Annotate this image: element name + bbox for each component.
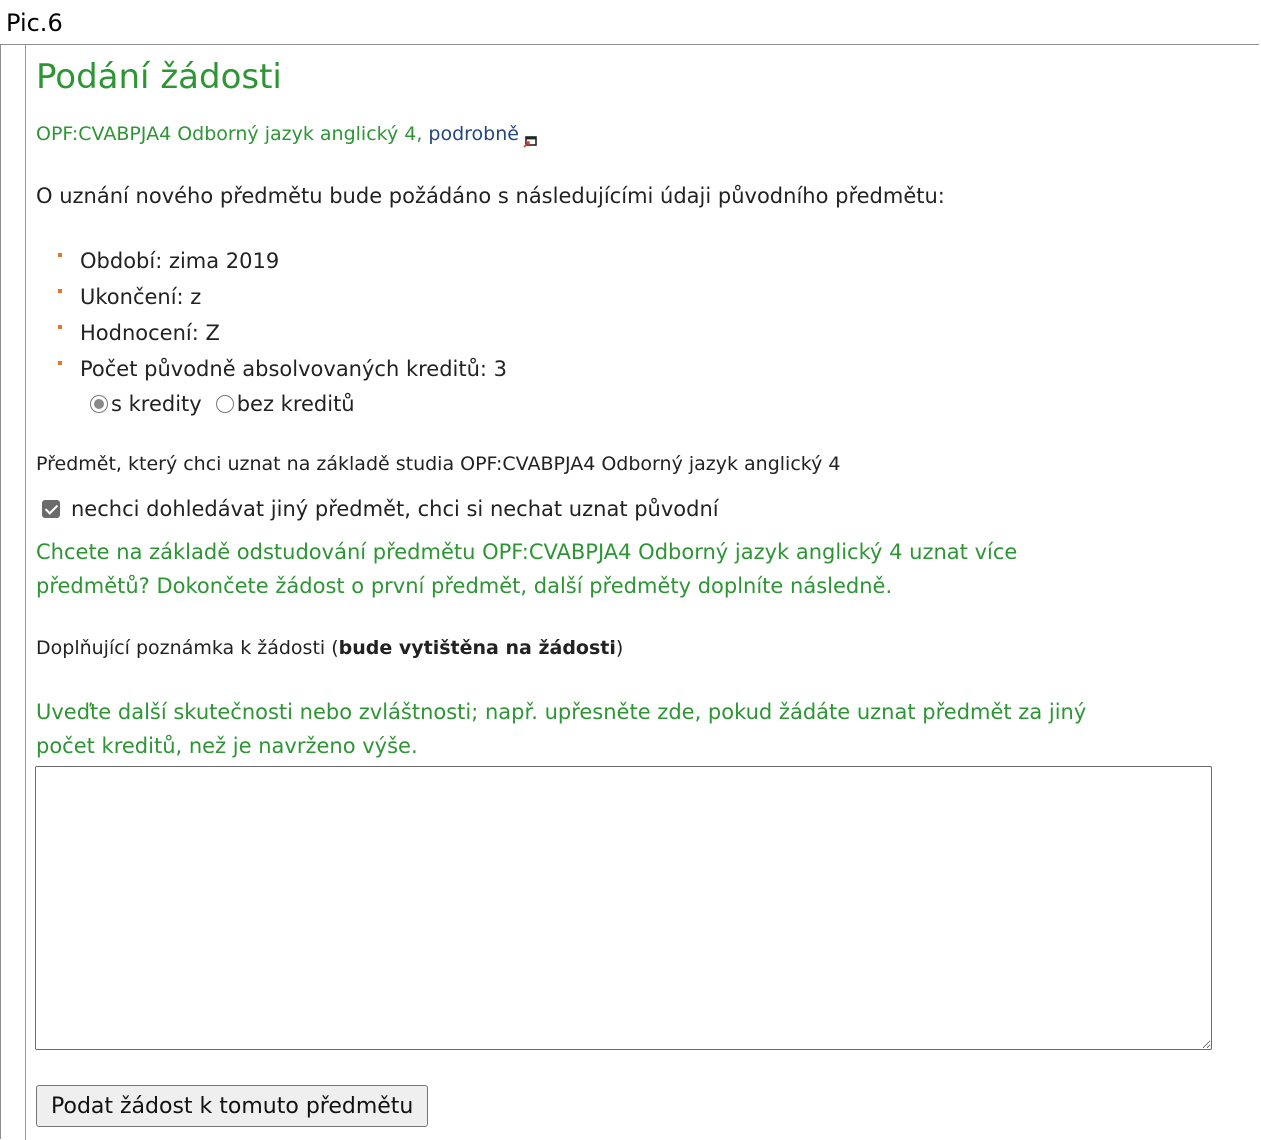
page-title: Podání žádosti xyxy=(36,57,282,97)
subject-to-recognize-label: Předmět, který chci uznat na základě stu… xyxy=(36,453,841,475)
property-completion: Ukončení: z xyxy=(80,285,202,309)
property-period: Období: zima 2019 xyxy=(80,249,280,273)
keep-original-label[interactable]: nechci dohledávat jiný předmět, chci si … xyxy=(71,497,719,521)
note-label-prefix: Doplňující poznámka k žádosti ( xyxy=(36,637,339,659)
course-detail-link[interactable]: podrobně xyxy=(428,123,519,145)
request-form: Podání žádosti OPF:CVABPJA4 Odborný jazy… xyxy=(26,45,1259,1140)
bullet-icon xyxy=(58,289,62,293)
list-item: Počet původně absolvovaných kreditů: 3 xyxy=(54,351,507,387)
note-label-bold: bude vytištěna na žádosti xyxy=(338,637,616,659)
more-subjects-hint: Chcete na základě odstudování předmětu O… xyxy=(36,540,1018,598)
without-credits-radio[interactable] xyxy=(215,395,234,413)
figure-caption-bar: Pic.6 xyxy=(0,0,1259,45)
credit-option-group: s kredity bez kreditů xyxy=(90,389,369,419)
original-course-properties: Období: zima 2019 Ukončení: z Hodnocení:… xyxy=(54,243,507,387)
submit-request-button[interactable]: Podat žádost k tomuto předmětu xyxy=(36,1085,429,1127)
keep-original-option: nechci dohledávat jiný předmět, chci si … xyxy=(42,494,719,524)
course-line: OPF:CVABPJA4 Odborný jazyk anglický 4, p… xyxy=(36,121,537,148)
note-hint: Uveďte další skutečnosti nebo zvláštnost… xyxy=(36,700,1087,758)
note-label: Doplňující poznámka k žádosti (bude vyti… xyxy=(36,635,623,661)
figure-caption: Pic.6 xyxy=(6,9,63,37)
note-label-suffix: ) xyxy=(615,637,624,659)
note-textarea[interactable] xyxy=(35,766,1212,1050)
new-window-icon[interactable] xyxy=(523,129,537,148)
bullet-icon xyxy=(58,361,62,365)
without-credits-label[interactable]: bez kreditů xyxy=(237,392,355,416)
course-code-name: OPF:CVABPJA4 Odborný jazyk anglický 4, xyxy=(36,123,429,145)
intro-text: O uznání nového předmětu bude požádáno s… xyxy=(36,184,945,208)
list-item: Hodnocení: Z xyxy=(54,315,507,351)
property-grade: Hodnocení: Z xyxy=(80,321,220,345)
list-item: Období: zima 2019 xyxy=(54,243,507,279)
bullet-icon xyxy=(58,253,62,257)
list-item: Ukončení: z xyxy=(54,279,507,315)
keep-original-checkbox[interactable] xyxy=(42,500,60,518)
with-credits-label[interactable]: s kredity xyxy=(111,392,202,416)
bullet-icon xyxy=(58,325,62,329)
with-credits-radio[interactable] xyxy=(90,395,108,413)
property-credits: Počet původně absolvovaných kreditů: 3 xyxy=(80,357,508,381)
